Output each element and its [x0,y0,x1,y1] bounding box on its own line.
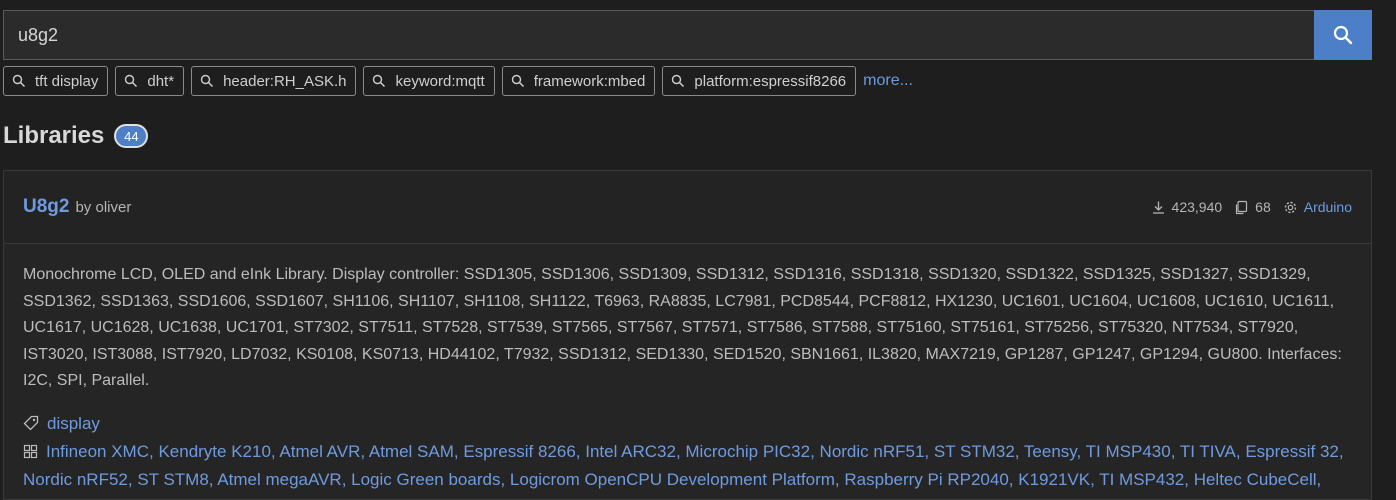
suggestion-label: keyword:mqtt [395,72,485,90]
section-header: Libraries 44 [3,122,149,150]
library-stats: 423,940 68 Arduino [1139,171,1352,243]
search-icon [511,74,525,88]
suggestion-chip[interactable]: tft display [3,66,109,96]
keyword-row: display [23,411,1352,439]
suggestion-label: dht* [147,72,175,90]
suggestion-label: platform:espressif8266 [694,72,847,90]
frameworks-list: Infineon XMC, Kendryte K210, Atmel AVR, … [23,439,1352,494]
frameworks-links[interactable]: Infineon XMC, Kendryte K210, Atmel AVR, … [23,442,1344,490]
examples-stat: 68 [1234,199,1271,215]
library-card-header: U8g2 by oliver 423,940 68 Arduino [4,171,1371,244]
suggestion-chip[interactable]: framework:mbed [501,66,656,96]
count-badge: 44 [114,124,149,148]
downloads-stat: 423,940 [1151,199,1223,215]
search-icon [671,74,685,88]
library-description: Monochrome LCD, OLED and eInk Library. D… [23,266,1342,389]
download-icon [1151,200,1166,215]
platform-stat: Arduino [1283,199,1352,215]
gear-icon [1283,200,1298,215]
copy-icon [1234,200,1249,215]
search-icon [372,74,386,88]
suggestion-label: header:RH_ASK.h [223,72,347,90]
suggestion-chip[interactable]: dht* [115,66,185,96]
search-suggestions: tft display dht* header:RH_ASK.h keyword… [3,66,913,96]
suggestion-chip[interactable]: platform:espressif8266 [662,66,857,96]
suggestion-chip[interactable]: header:RH_ASK.h [191,66,357,96]
search-bar [3,10,1372,60]
library-name-link[interactable]: U8g2 [23,196,69,218]
search-icon [12,74,26,88]
search-button[interactable] [1314,10,1372,60]
downloads-count: 423,940 [1171,199,1223,215]
platform-link[interactable]: Arduino [1304,199,1352,215]
library-card: U8g2 by oliver 423,940 68 Arduino Monoch… [3,170,1372,500]
search-icon [1333,25,1353,45]
grid-icon [23,441,38,468]
keyword-link[interactable]: display [47,414,100,433]
section-title: Libraries [3,122,105,149]
tag-icon [23,413,39,439]
examples-count: 68 [1255,199,1271,215]
search-icon [124,74,138,88]
suggestion-label: tft display [35,72,99,90]
suggestion-label: framework:mbed [533,72,646,90]
library-author: by oliver [75,198,132,216]
search-input[interactable] [3,10,1314,60]
more-suggestions-link[interactable]: more... [863,72,913,90]
search-icon [200,74,214,88]
suggestion-chip[interactable]: keyword:mqtt [363,66,495,96]
